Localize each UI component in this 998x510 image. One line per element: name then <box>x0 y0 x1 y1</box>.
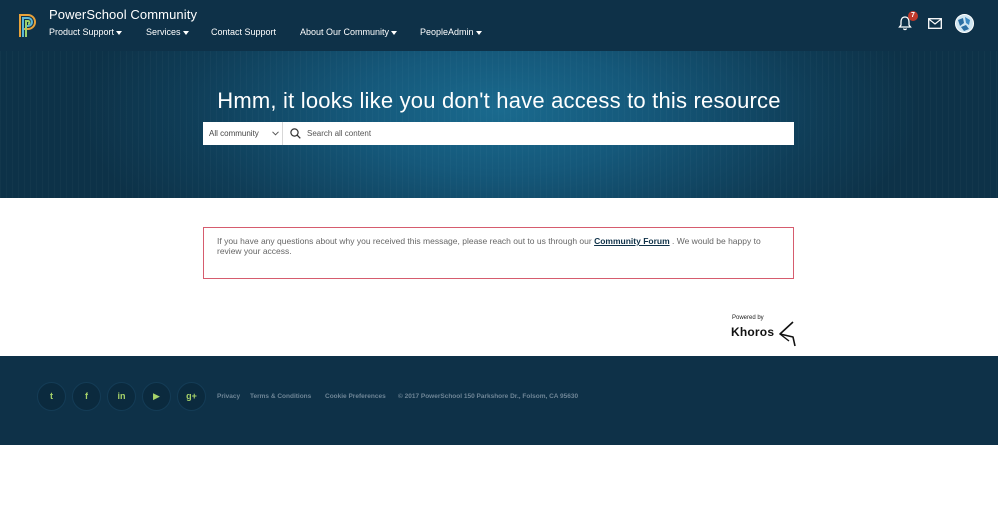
community-forum-link[interactable]: Community Forum <box>594 236 670 246</box>
nav-label: Contact Support <box>211 27 277 37</box>
nav-label: Services <box>146 27 181 37</box>
search-icon[interactable] <box>290 128 301 139</box>
nav-about-our-community[interactable]: About Our Community <box>300 27 398 37</box>
hero-banner: Hmm, it looks like you don't have access… <box>0 51 998 198</box>
facebook-icon[interactable]: f <box>72 382 101 411</box>
nav-label: PeopleAdmin <box>420 27 474 37</box>
youtube-icon[interactable]: ▶ <box>142 382 171 411</box>
site-footer: t f in ▶ g+ Privacy Terms & Conditions C… <box>0 356 998 445</box>
nav-services[interactable]: Services <box>146 27 189 37</box>
caret-down-icon <box>182 30 189 35</box>
twitter-icon[interactable]: t <box>37 382 66 411</box>
linkedin-icon[interactable]: in <box>107 382 136 411</box>
khoros-logo-icon[interactable] <box>776 321 796 347</box>
search-scope-label: All community <box>209 129 259 138</box>
notification-count-badge[interactable]: 7 <box>908 11 918 21</box>
search-input[interactable] <box>303 124 791 143</box>
footer-link-privacy[interactable]: Privacy <box>217 393 240 400</box>
nav-product-support[interactable]: Product Support <box>49 27 123 37</box>
search-scope-select[interactable]: All community <box>203 122 283 145</box>
powered-by-label: Powered by <box>732 315 764 321</box>
search-bar: All community <box>203 122 794 145</box>
chevron-down-icon <box>272 131 279 136</box>
page-title: Hmm, it looks like you don't have access… <box>217 88 781 113</box>
powerschool-logo-icon[interactable] <box>18 12 40 38</box>
nav-label: Product Support <box>49 27 115 37</box>
footer-link-terms[interactable]: Terms & Conditions <box>250 393 311 400</box>
google-plus-icon[interactable]: g+ <box>177 382 206 411</box>
khoros-logo-text[interactable]: Khoros <box>731 325 774 339</box>
site-title[interactable]: PowerSchool Community <box>49 7 197 22</box>
footer-copyright: © 2017 PowerSchool 150 Parkshore Dr., Fo… <box>398 393 579 400</box>
caret-down-icon <box>475 30 482 35</box>
access-denied-message-box: If you have any questions about why you … <box>203 227 794 279</box>
avatar[interactable] <box>955 14 974 33</box>
caret-down-icon <box>116 30 123 35</box>
nav-label: About Our Community <box>300 27 390 37</box>
mail-icon[interactable] <box>928 18 942 29</box>
message-text-before: If you have any questions about why you … <box>217 236 595 246</box>
nav-peopleadmin[interactable]: PeopleAdmin <box>420 27 482 37</box>
nav-contact-support[interactable]: Contact Support <box>211 27 276 37</box>
footer-link-cookie-preferences[interactable]: Cookie Preferences <box>325 393 386 400</box>
top-navigation-bar: PowerSchool Community Product Support Se… <box>0 0 998 51</box>
caret-down-icon <box>391 30 398 35</box>
access-message-text: If you have any questions about why you … <box>217 236 777 256</box>
